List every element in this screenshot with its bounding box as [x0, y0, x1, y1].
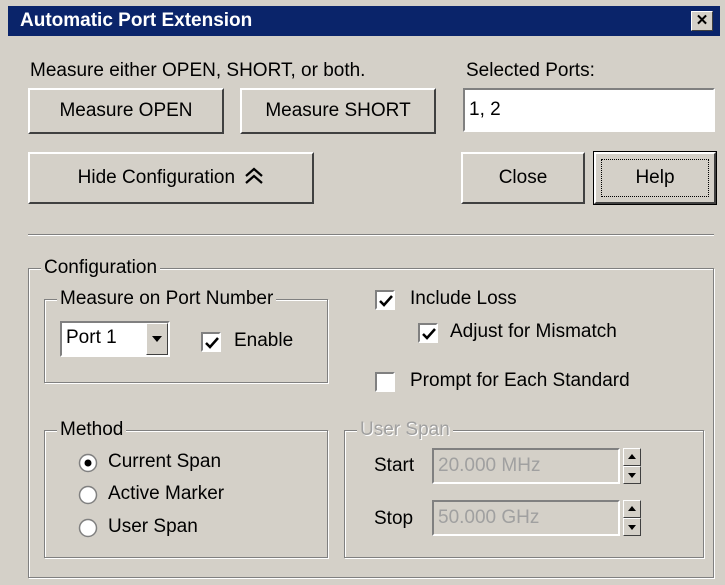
start-spinner[interactable]: [623, 448, 641, 484]
chevron-down-icon: [152, 336, 162, 342]
close-label: Close: [498, 167, 548, 188]
stop-field[interactable]: 50.000 GHz: [432, 500, 620, 536]
start-field[interactable]: 20.000 MHz: [432, 448, 620, 484]
start-spin-down-button[interactable]: [623, 466, 641, 484]
dialog-title: Automatic Port Extension: [20, 10, 253, 31]
user-span-legend: User Span: [357, 419, 453, 441]
automatic-port-extension-dialog: Automatic Port Extension ✕ Measure eithe…: [0, 0, 725, 585]
separator: [28, 234, 714, 236]
arrow-up-icon: [628, 506, 636, 511]
port-number-legend: Measure on Port Number: [57, 288, 277, 310]
help-button[interactable]: Help: [593, 151, 717, 205]
current-span-label: Current Span: [108, 451, 222, 472]
stop-spin-up-button[interactable]: [623, 500, 641, 518]
arrow-down-icon: [628, 525, 636, 530]
selected-ports-label: Selected Ports:: [466, 60, 595, 81]
prompt-each-standard-label: Prompt for Each Standard: [410, 370, 630, 391]
checkmark-icon: [379, 295, 393, 307]
arrow-down-icon: [628, 473, 636, 478]
stop-spin-down-button[interactable]: [623, 518, 641, 536]
stop-label: Stop: [374, 508, 414, 529]
arrow-up-icon: [628, 454, 636, 459]
include-loss-label: Include Loss: [410, 288, 517, 309]
radio-active-marker[interactable]: [78, 485, 98, 505]
radio-user-span[interactable]: [78, 518, 98, 538]
instructions-text: Measure either OPEN, SHORT, or both.: [30, 60, 366, 81]
stop-spinner[interactable]: [623, 500, 641, 536]
active-marker-label: Active Marker: [108, 483, 225, 504]
port-select[interactable]: Port 1: [60, 321, 170, 357]
enable-checkbox[interactable]: [201, 332, 221, 352]
user-span-label: User Span: [108, 516, 198, 537]
prompt-each-standard-checkbox[interactable]: [375, 372, 395, 392]
checkmark-icon: [205, 337, 219, 349]
double-chevron-up-icon: [245, 167, 264, 184]
measure-open-button[interactable]: Measure OPEN: [28, 88, 224, 134]
radio-current-span[interactable]: [78, 453, 98, 473]
include-loss-checkbox[interactable]: [375, 290, 395, 310]
adjust-mismatch-label: Adjust for Mismatch: [450, 321, 617, 342]
enable-label: Enable: [234, 330, 294, 351]
measure-open-label: Measure OPEN: [59, 100, 193, 121]
title-bar: Automatic Port Extension ✕: [8, 6, 720, 36]
adjust-mismatch-checkbox[interactable]: [418, 323, 438, 343]
hide-configuration-label: Hide Configuration: [77, 167, 236, 188]
close-icon[interactable]: ✕: [691, 11, 713, 31]
port-select-dropdown-button[interactable]: [146, 323, 168, 355]
start-label: Start: [374, 455, 415, 476]
port-select-value: Port 1: [66, 327, 117, 348]
checkmark-icon: [422, 328, 436, 340]
method-legend: Method: [57, 419, 127, 441]
start-spin-up-button[interactable]: [623, 448, 641, 466]
measure-short-label: Measure SHORT: [265, 100, 411, 121]
selected-ports-field[interactable]: 1, 2: [463, 88, 715, 132]
measure-short-button[interactable]: Measure SHORT: [240, 88, 436, 134]
focus-ring: [601, 159, 709, 197]
hide-configuration-button[interactable]: Hide Configuration: [28, 152, 314, 204]
close-button[interactable]: Close: [461, 152, 585, 204]
configuration-legend: Configuration: [41, 257, 161, 279]
